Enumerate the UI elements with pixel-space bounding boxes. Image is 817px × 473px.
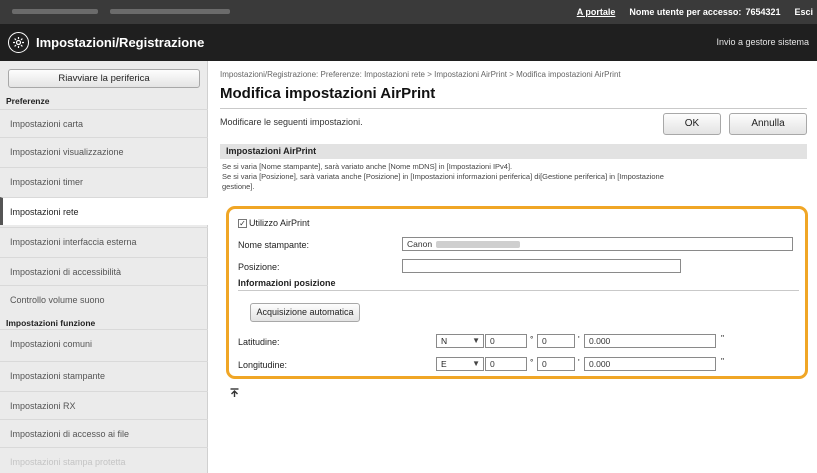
sidebar: Riavviare la periferica Preferenze Impos… (0, 61, 208, 473)
note-printer-name: Se si varia [Nome stampante], sarà varia… (222, 162, 513, 171)
sidebar-item-timer[interactable]: Impostazioni timer (0, 167, 208, 195)
longitude-minutes-input[interactable]: 0 (537, 357, 575, 371)
blurred-model (436, 241, 521, 249)
sidebar-item-secure-print[interactable]: Impostazioni stampa protetta (0, 447, 208, 473)
use-airprint-checkbox[interactable]: ✓ (238, 219, 247, 228)
minute-unit: ' (578, 357, 580, 367)
note-location: Se si varia [Posizione], sarà variata an… (222, 172, 664, 181)
longitude-hemisphere-select[interactable]: E ▼ (436, 357, 484, 371)
app-title: Impostazioni/Registrazione (36, 35, 205, 50)
latitude-degrees-input[interactable]: 0 (485, 334, 527, 348)
longitude-seconds-input[interactable]: 0.000 (584, 357, 716, 371)
location-label: Posizione: (238, 262, 280, 272)
settings-logo-icon (8, 32, 29, 53)
printer-name-value: Canon (407, 239, 433, 249)
divider (238, 290, 799, 291)
location-input[interactable] (402, 259, 681, 273)
main-content: Impostazioni/Registrazione: Preferenze: … (208, 61, 817, 473)
sidebar-item-volume[interactable]: Controllo volume suono (0, 285, 208, 313)
sidebar-item-accessibility[interactable]: Impostazioni di accessibilità (0, 257, 208, 285)
sidebar-item-network[interactable]: Impostazioni rete (0, 197, 208, 225)
chevron-down-icon: ▼ (472, 359, 480, 368)
portal-link[interactable]: A portale (577, 7, 616, 17)
username-label: Nome utente per accesso: (629, 7, 742, 17)
logout-link[interactable]: Esci (794, 7, 813, 17)
latitude-label: Latitudine: (238, 337, 280, 347)
sidebar-section-function: Impostazioni funzione (6, 318, 96, 328)
cancel-button[interactable]: Annulla (729, 113, 807, 135)
send-to-admin-link[interactable]: Invio a gestore sistema (716, 37, 809, 47)
latitude-seconds-input[interactable]: 0.000 (584, 334, 716, 348)
second-unit: " (721, 356, 725, 366)
latitude-hemisphere-select[interactable]: N ▼ (436, 334, 484, 348)
latitude-minutes-input[interactable]: 0 (537, 334, 575, 348)
sidebar-section-preferences: Preferenze (6, 96, 50, 106)
title-bar: Impostazioni/Registrazione Invio a gesto… (0, 24, 817, 61)
restart-device-button[interactable]: Riavviare la periferica (8, 69, 200, 88)
blurred-text (12, 9, 98, 14)
blurred-text (110, 9, 230, 14)
printer-name-input[interactable]: Canon (402, 237, 793, 251)
longitude-degrees-input[interactable]: 0 (485, 357, 527, 371)
sidebar-item-paper[interactable]: Impostazioni carta (0, 109, 208, 137)
page-title: Modifica impostazioni AirPrint (220, 85, 436, 102)
second-unit: " (721, 333, 725, 343)
degree-unit: ° (530, 357, 534, 367)
auto-acquire-button[interactable]: Acquisizione automatica (250, 303, 360, 322)
username-value: 7654321 (745, 7, 781, 17)
sidebar-item-display[interactable]: Impostazioni visualizzazione (0, 137, 208, 165)
sidebar-item-printer[interactable]: Impostazioni stampante (0, 361, 208, 389)
use-airprint-label: Utilizzo AirPrint (249, 218, 310, 228)
location-info-heading: Informazioni posizione (238, 278, 336, 288)
top-bar: A portale Nome utente per accesso: 76543… (0, 0, 817, 24)
chevron-down-icon: ▼ (472, 336, 480, 345)
latitude-hemisphere-value: N (441, 336, 448, 346)
section-header-airprint: Impostazioni AirPrint (220, 144, 807, 159)
instruction-text: Modificare le seguenti impostazioni. (220, 117, 363, 127)
longitude-label: Longitudine: (238, 360, 288, 370)
sidebar-item-external-interface[interactable]: Impostazioni interfaccia esterna (0, 227, 208, 255)
note-location-cont: gestione]. (222, 182, 255, 191)
longitude-hemisphere-value: E (441, 359, 447, 369)
divider (220, 108, 807, 109)
top-links: A portale Nome utente per accesso: 76543… (577, 0, 813, 24)
printer-name-label: Nome stampante: (238, 240, 310, 250)
sidebar-item-file-access[interactable]: Impostazioni di accesso ai file (0, 419, 208, 447)
degree-unit: ° (530, 334, 534, 344)
ok-button[interactable]: OK (663, 113, 721, 135)
sidebar-item-common[interactable]: Impostazioni comuni (0, 329, 208, 357)
arrow-to-top-icon[interactable] (230, 388, 239, 401)
breadcrumb: Impostazioni/Registrazione: Preferenze: … (220, 70, 621, 79)
minute-unit: ' (578, 334, 580, 344)
sidebar-item-rx[interactable]: Impostazioni RX (0, 391, 208, 419)
highlight-frame (226, 206, 808, 379)
